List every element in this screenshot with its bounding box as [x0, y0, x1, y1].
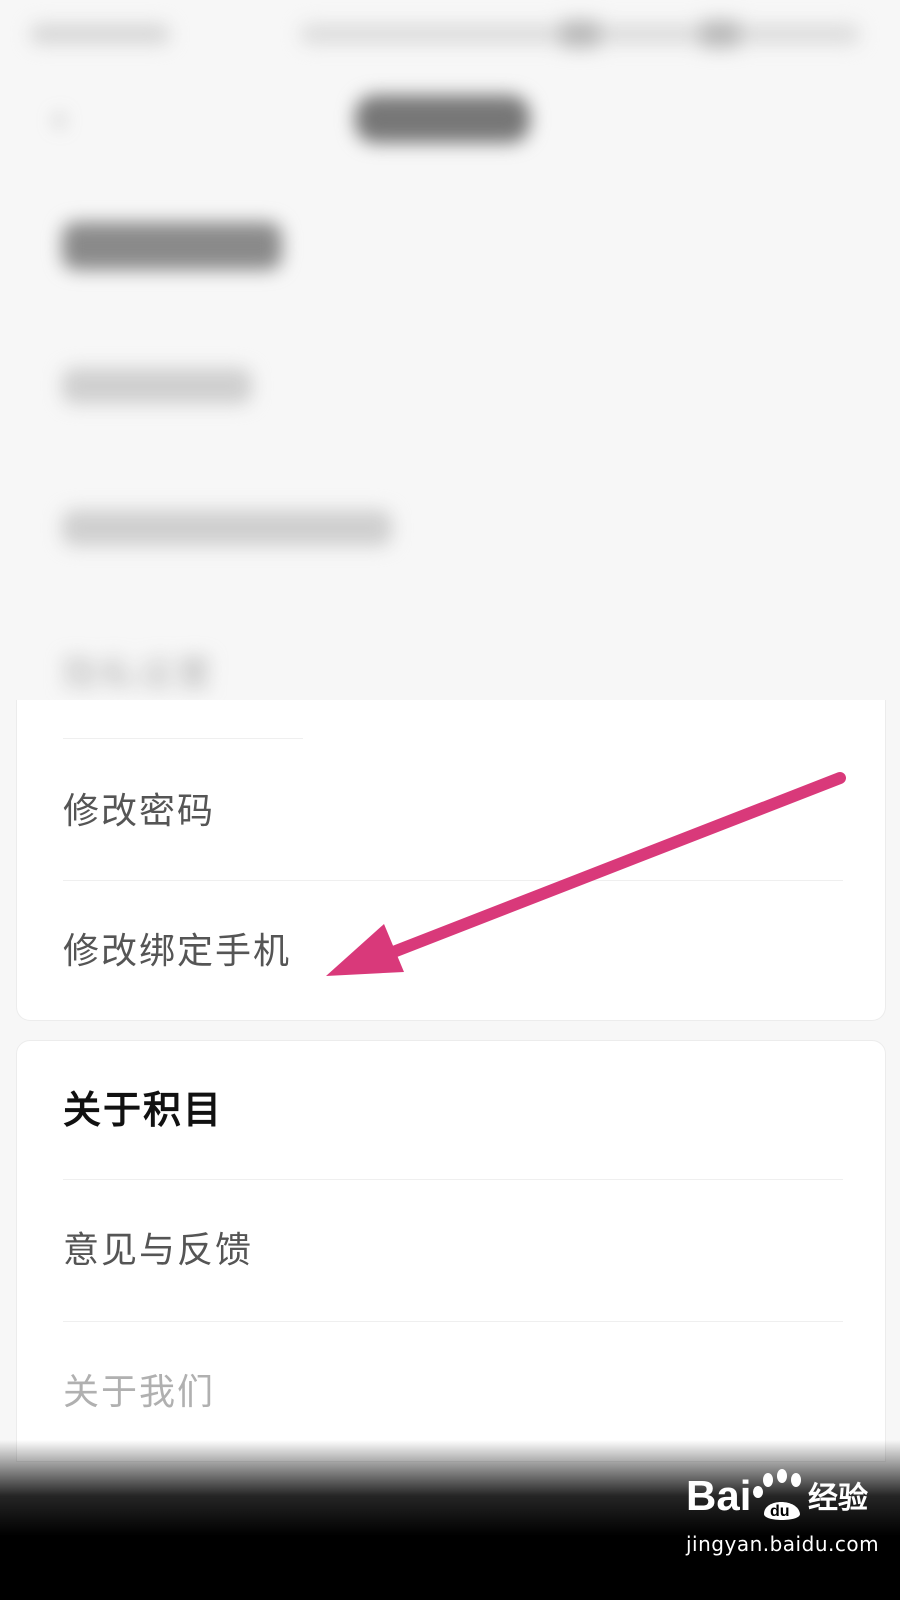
watermark-url: jingyan.baidu.com: [686, 1532, 880, 1556]
account-settings-card: 修改密码 修改绑定手机: [16, 700, 886, 1021]
divider: [63, 738, 303, 739]
about-section-title: 关于积目: [63, 1088, 224, 1132]
change-password-row[interactable]: 修改密码: [63, 788, 215, 836]
about-us-row[interactable]: 关于我们: [63, 1369, 215, 1417]
baidu-logo: Bai du 经验: [686, 1469, 868, 1520]
account-section-title: [62, 222, 282, 270]
baidu-jingyan-watermark: Bai du 经验 jingyan.baidu.com: [686, 1458, 886, 1568]
svg-text:Bai: Bai: [686, 1472, 751, 1519]
page-title: [355, 95, 530, 143]
divider: [63, 1321, 843, 1322]
status-time: [30, 24, 170, 44]
blurred-header-region: ‹ 隐私设置: [0, 0, 900, 720]
divider: [63, 880, 843, 881]
back-arrow-icon[interactable]: ‹: [52, 100, 92, 140]
settings-row[interactable]: [62, 368, 252, 404]
about-card: 关于积目 意见与反馈 关于我们: [16, 1040, 886, 1462]
settings-screen: ‹ 隐私设置 修改密码 修改绑定手机 关于积目 意见与反馈 关于我们 Bai d…: [0, 0, 900, 1600]
change-bound-phone-row[interactable]: 修改绑定手机: [63, 928, 291, 976]
divider: [63, 1179, 843, 1180]
settings-row[interactable]: [62, 510, 392, 546]
battery-icon: [700, 20, 740, 48]
status-bar: [0, 14, 900, 54]
svg-text:du: du: [770, 1503, 790, 1520]
svg-text:经验: 经验: [808, 1481, 868, 1516]
signal-icon: [560, 20, 600, 48]
privacy-settings-row[interactable]: 隐私设置: [62, 645, 214, 697]
feedback-row[interactable]: 意见与反馈: [63, 1227, 253, 1275]
